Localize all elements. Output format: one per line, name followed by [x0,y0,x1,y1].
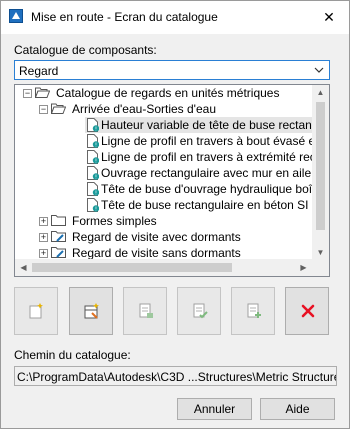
new-family-icon [84,303,99,319]
tree-leaf-label: Hauteur variable de tête de buse rectang… [101,118,330,132]
tree-leaf-label: Ligne de profil en travers à extrémité r… [101,150,329,164]
close-icon: ✕ [323,9,335,25]
tree-leaf-item[interactable]: ! Tête de buse rectangulaire en béton SI [85,197,312,213]
catalog-select[interactable]: Regard [14,60,330,80]
svg-text:!: ! [95,143,97,148]
svg-text:!: ! [95,127,97,132]
tree-node-group[interactable]: + Formes simples [15,213,312,229]
app-icon [9,9,23,23]
part-warning-icon: ! [87,118,99,132]
folder-pen-icon [51,247,66,258]
tree-leaf-item[interactable]: ! Ligne de profil en travers à bout évas… [85,133,329,149]
scroll-left-icon[interactable]: ◀ [15,263,32,272]
folder-pen-icon [51,231,66,242]
tree-node-root[interactable]: − Catalogue de regards en unités métriqu… [15,85,312,101]
vertical-scrollbar[interactable]: ▲ ▼ [312,85,329,260]
cancel-button[interactable]: Annuler [177,398,252,420]
vertical-scroll-thumb[interactable] [316,102,325,230]
help-button[interactable]: Aide [260,398,335,420]
folder-open-icon [51,103,66,114]
svg-text:!: ! [95,175,97,180]
collapse-icon[interactable]: − [39,105,48,114]
tree-leaf-item[interactable]: ! Ligne de profil en travers à extrémité… [85,149,329,165]
tree-leaf-label: Ligne de profil en travers à bout évasé … [101,134,330,148]
folder-open-icon [35,87,50,98]
catalog-label: Catalogue de composants: [14,43,157,57]
expand-icon[interactable]: + [39,233,48,242]
catalog-tree[interactable]: − Catalogue de regards en unités métriqu… [14,84,330,277]
validate-part-icon [193,303,208,319]
catalog-path-label: Chemin du catalogue: [14,348,131,362]
delete-icon [301,304,315,318]
svg-text:!: ! [95,159,97,164]
part-warning-icon: ! [87,150,99,164]
scroll-corner [312,259,329,276]
collapse-icon[interactable]: − [23,89,32,98]
copy-part-icon [139,303,153,318]
add-part-button[interactable] [231,287,275,335]
part-warning-icon: ! [87,134,99,148]
tree-leaf-item[interactable]: ! Hauteur variable de tête de buse recta… [85,117,329,133]
tree-leaf-item[interactable]: ! Ouvrage rectangulaire avec mur en aile… [85,165,326,181]
tree-node-label: Regard de visite avec dormants [72,230,241,244]
part-warning-icon: ! [87,182,99,196]
chevron-down-icon [314,67,324,73]
tree-leaf-label: Ouvrage rectangulaire avec mur en aile S… [101,166,326,180]
catalog-screen-window: Mise en route - Ecran du catalogue ✕ Cat… [0,0,350,429]
window-title: Mise en route - Ecran du catalogue [31,10,218,24]
expand-icon[interactable]: + [39,217,48,226]
tree-leaf-item[interactable]: ! Tête de buse d'ouvrage hydraulique boî… [85,181,329,197]
new-chapter-icon [29,303,43,319]
tree-node-label: Formes simples [72,214,157,228]
tree-node-group[interactable]: − Arrivée d'eau-Sorties d'eau [15,101,312,117]
new-family-button[interactable] [69,287,113,335]
tree-node-label: Arrivée d'eau-Sorties d'eau [72,102,216,116]
tree-leaf-label: Tête de buse d'ouvrage hydraulique boîte… [101,182,329,196]
delete-button[interactable] [285,287,329,335]
tree-node-label: Catalogue de regards en unités métriques [56,86,280,100]
expand-icon[interactable]: + [39,249,48,258]
tree-leaf-label: Tête de buse rectangulaire en béton SI [101,198,309,212]
scroll-up-icon[interactable]: ▲ [312,88,329,97]
validate-part-button[interactable] [177,287,221,335]
scroll-down-icon[interactable]: ▼ [312,248,329,257]
scroll-right-icon[interactable]: ▶ [295,263,312,272]
part-warning-icon: ! [87,198,99,212]
horizontal-scrollbar[interactable]: ◀ ▶ [15,259,312,276]
copy-part-button[interactable] [123,287,167,335]
svg-text:!: ! [95,191,97,196]
new-chapter-button[interactable] [14,287,58,335]
add-part-icon [247,303,261,318]
horizontal-scroll-thumb[interactable] [32,263,232,272]
catalog-select-value: Regard [19,64,59,78]
part-warning-icon: ! [87,166,99,180]
close-button[interactable]: ✕ [309,1,349,34]
title-bar: Mise en route - Ecran du catalogue ✕ [1,1,349,34]
tree-node-group[interactable]: + Regard de visite avec dormants [15,229,312,245]
svg-text:!: ! [95,207,97,212]
folder-icon [51,215,66,226]
catalog-path-value: C:\ProgramData\Autodesk\C3D ...Structure… [17,370,337,384]
catalog-path-field[interactable]: C:\ProgramData\Autodesk\C3D ...Structure… [14,366,337,386]
